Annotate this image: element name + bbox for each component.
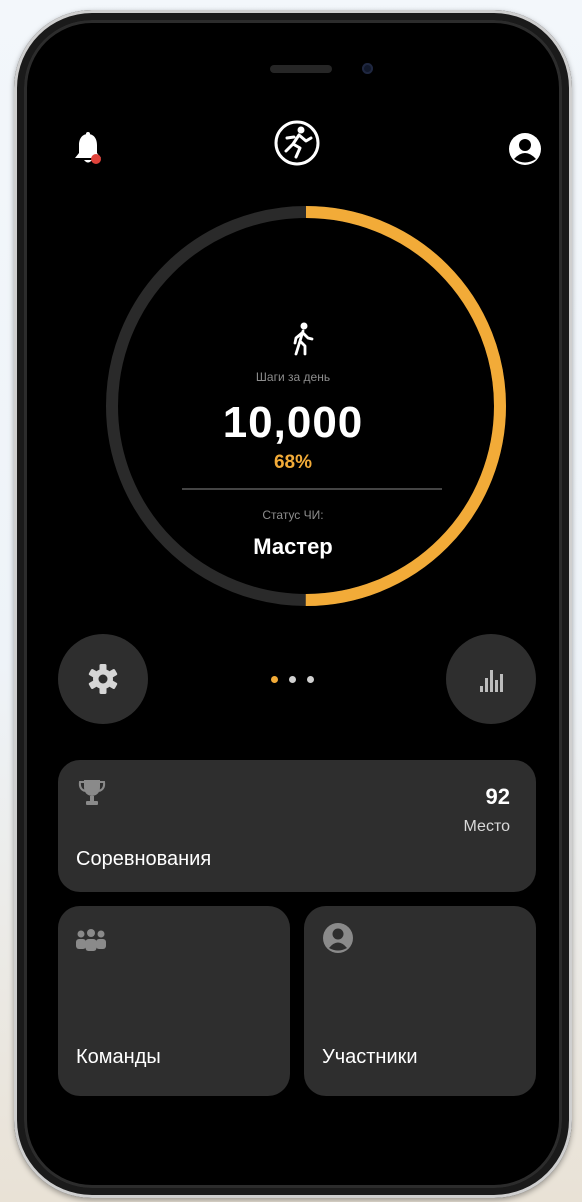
ring-divider — [182, 488, 442, 490]
bar-chart-icon — [480, 670, 503, 692]
competitions-label: Соревнования — [76, 848, 212, 870]
statistics-button[interactable] — [446, 634, 536, 724]
steps-percent: 68% — [273, 452, 313, 473]
teams-label: Команды — [76, 1046, 161, 1068]
steps-label: Шаги за день — [255, 370, 331, 384]
status-value: Мастер — [253, 534, 333, 559]
team-icon — [76, 929, 106, 951]
bell-icon[interactable] — [72, 132, 104, 168]
user-icon[interactable] — [508, 132, 542, 166]
status-label: Статус ЧИ: — [262, 508, 324, 522]
page-dot-2[interactable] — [289, 676, 296, 683]
steps-value: 10,000 — [222, 398, 364, 447]
front-camera — [362, 63, 373, 74]
phone-screen: Шаги за день 10,000 68% Статус ЧИ: Масте… — [24, 20, 562, 1188]
person-icon — [323, 923, 353, 953]
place-value: 92 — [485, 784, 510, 809]
page-dot-3[interactable] — [307, 676, 314, 683]
runner-logo-icon[interactable] — [272, 118, 322, 168]
notification-badge — [91, 154, 101, 164]
place-label: Место — [463, 818, 510, 835]
members-label: Участники — [322, 1046, 418, 1068]
trophy-icon — [78, 780, 106, 805]
page-dot-1[interactable] — [271, 676, 278, 683]
teams-card[interactable]: Команды — [58, 906, 290, 1096]
phone-frame: Шаги за день 10,000 68% Статус ЧИ: Масте… — [14, 10, 572, 1198]
walking-person-icon — [293, 322, 314, 356]
speaker-grille — [270, 65, 332, 73]
competitions-card[interactable]: 92 Место Соревнования — [58, 760, 536, 892]
members-card[interactable]: Участники — [304, 906, 536, 1096]
